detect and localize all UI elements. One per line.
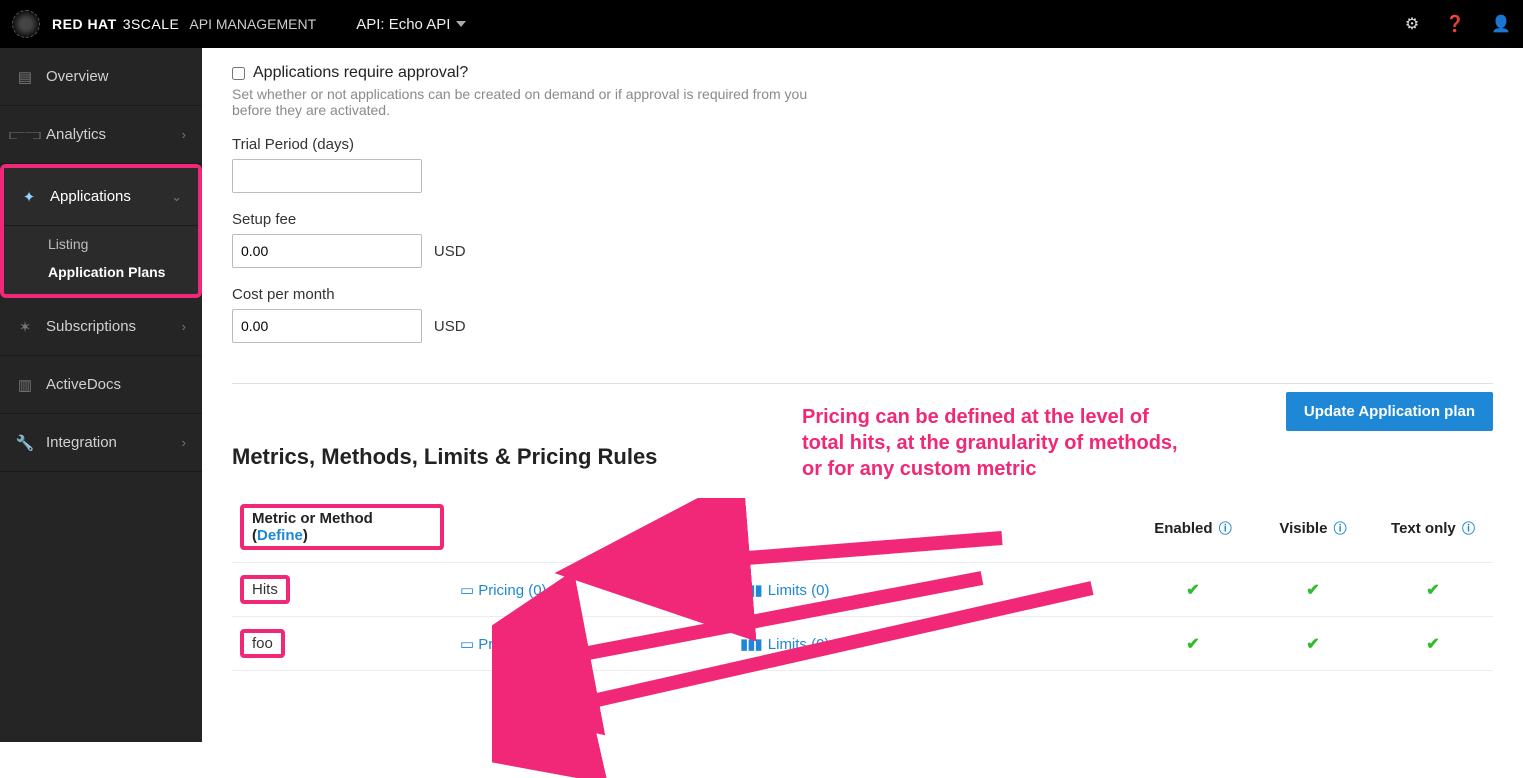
visible-check-icon[interactable]: ✔ — [1306, 582, 1319, 599]
update-application-plan-button[interactable]: Update Application plan — [1286, 392, 1493, 431]
col-visible: Visible — [1279, 520, 1327, 537]
pricing-link[interactable]: ▭Pricing (0) — [460, 636, 547, 653]
sidebar-subitem-application-plans[interactable]: Application Plans — [4, 258, 198, 286]
sidebar-item-overview[interactable]: ▤ Overview — [0, 48, 202, 106]
metric-or-method-header-highlight: Metric or Method (Define) — [240, 504, 444, 550]
visible-check-icon[interactable]: ✔ — [1306, 636, 1319, 653]
sidebar-label-activedocs: ActiveDocs — [46, 376, 121, 393]
api-selector-dropdown[interactable]: API: Echo API — [356, 16, 466, 33]
textonly-check-icon[interactable]: ✔ — [1426, 636, 1439, 653]
setup-fee-unit: USD — [434, 243, 466, 260]
chevron-right-icon: › — [182, 435, 186, 450]
applications-approval-help: Set whether or not applications can be c… — [232, 86, 832, 118]
setup-fee-input[interactable] — [232, 234, 422, 268]
pricing-link[interactable]: ▭Pricing (0) — [460, 582, 547, 599]
limits-link[interactable]: ▮▮▮ Limits (0) — [740, 582, 829, 599]
metric-hits-highlight: Hits — [240, 575, 290, 604]
limits-text: Limits (0) — [768, 582, 830, 599]
table-row: foo ▭Pricing (0) ▮▮▮ Limits (0) ✔ — [232, 617, 1493, 671]
metric-foo-highlight: foo — [240, 629, 285, 658]
file-icon: ▥ — [16, 376, 34, 394]
bars-icon: ▮▮▮ — [740, 636, 762, 653]
sidebar-item-subscriptions[interactable]: ✶ Subscriptions › — [0, 298, 202, 356]
metric-name: Hits — [252, 581, 278, 598]
enabled-check-icon[interactable]: ✔ — [1186, 582, 1199, 599]
pricing-text: Pricing (0) — [478, 636, 546, 653]
chevron-down-icon: ⌄ — [171, 189, 182, 205]
sidebar-item-analytics[interactable]: ⫍⫎ Analytics › — [0, 106, 202, 164]
chevron-right-icon: › — [182, 319, 186, 334]
brand-text-2: 3SCALE — [123, 16, 180, 32]
limits-link[interactable]: ▮▮▮ Limits (0) — [740, 636, 829, 653]
sidebar-label-analytics: Analytics — [46, 126, 106, 143]
divider — [232, 383, 1493, 384]
bars-icon: ▮▮▮ — [740, 582, 762, 599]
help-icon[interactable]: ❓ — [1445, 14, 1465, 34]
col-enabled: Enabled — [1154, 520, 1212, 537]
metric-name: foo — [252, 635, 273, 652]
brand-text-1: RED HAT — [52, 16, 117, 32]
sidebar-label-applications: Applications — [50, 188, 131, 205]
col-textonly: Text only — [1391, 520, 1456, 537]
enabled-check-icon[interactable]: ✔ — [1186, 636, 1199, 653]
trial-period-label: Trial Period (days) — [232, 136, 1493, 153]
chevron-down-icon — [456, 21, 466, 27]
applications-approval-text: Applications require approval? — [253, 64, 468, 82]
sidebar-subnav-applications: Listing Application Plans — [4, 226, 198, 294]
table-row: Hits ▭Pricing (0) ▮▮▮ Limits (0) ✔ — [232, 563, 1493, 617]
trial-period-input[interactable] — [232, 159, 422, 193]
sidebar-label-integration: Integration — [46, 434, 117, 451]
sidebar-item-applications[interactable]: ✦ Applications ⌄ — [4, 168, 198, 226]
api-selector-label: API: Echo API — [356, 16, 450, 33]
pricing-text: Pricing (0) — [478, 582, 546, 599]
cost-per-month-unit: USD — [434, 318, 466, 335]
limits-text: Limits (0) — [768, 636, 830, 653]
applications-approval-checkbox[interactable] — [232, 67, 245, 80]
wrench-icon: 🔧 — [16, 434, 34, 452]
creditcard-icon: ▭ — [460, 636, 474, 653]
cost-per-month-label: Cost per month — [232, 286, 1493, 303]
settings-icon[interactable]: ⚙ — [1405, 14, 1419, 34]
chevron-right-icon: › — [182, 127, 186, 142]
help-icon[interactable]: ⓘ — [1219, 521, 1232, 536]
col-metric-2: ) — [303, 527, 308, 544]
annotation-callout: Pricing can be defined at the level of t… — [802, 404, 1192, 482]
link-icon: ✶ — [16, 318, 34, 336]
help-icon[interactable]: ⓘ — [1334, 521, 1347, 536]
applications-approval-label[interactable]: Applications require approval? — [232, 64, 1493, 82]
textonly-check-icon[interactable]: ✔ — [1426, 582, 1439, 599]
cost-per-month-input[interactable] — [232, 309, 422, 343]
define-link[interactable]: Define — [257, 527, 303, 544]
sidebar-label-overview: Overview — [46, 68, 109, 85]
user-icon[interactable]: 👤 — [1491, 14, 1511, 34]
barchart-icon: ⫍⫎ — [16, 126, 34, 143]
map-icon: ▤ — [16, 68, 34, 86]
sidebar-applications-highlight: ✦ Applications ⌄ Listing Application Pla… — [2, 166, 200, 296]
help-icon[interactable]: ⓘ — [1462, 521, 1475, 536]
brand-icon — [12, 10, 40, 38]
sidebar-subitem-listing[interactable]: Listing — [4, 230, 198, 258]
sidebar-item-activedocs[interactable]: ▥ ActiveDocs — [0, 356, 202, 414]
setup-fee-label: Setup fee — [232, 211, 1493, 228]
cubes-icon: ✦ — [20, 188, 38, 206]
sidebar-item-integration[interactable]: 🔧 Integration › — [0, 414, 202, 472]
product-name: API MANAGEMENT — [189, 16, 316, 32]
creditcard-icon: ▭ — [460, 582, 474, 599]
sidebar-label-subscriptions: Subscriptions — [46, 318, 136, 335]
